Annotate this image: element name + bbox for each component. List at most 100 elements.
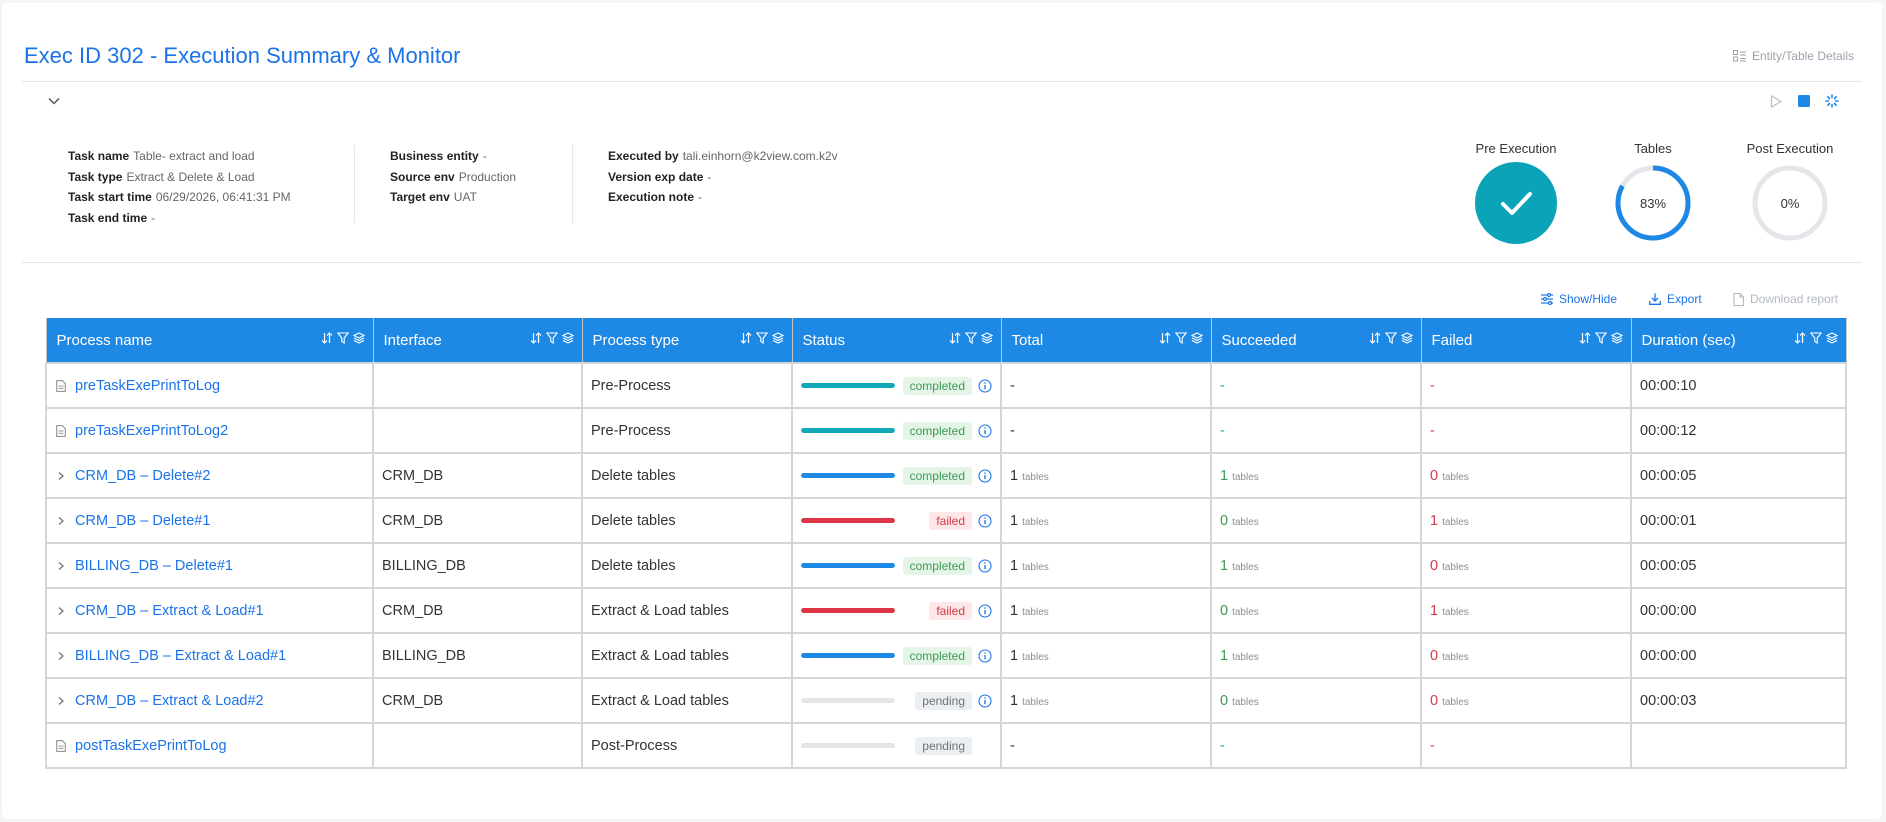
column-header[interactable]: Status <box>791 318 1002 364</box>
status-cell: completed <box>791 632 1002 679</box>
chevron-right-icon[interactable] <box>56 696 66 706</box>
progress-fill <box>801 428 895 433</box>
total-cell: 1 tables <box>1000 632 1212 679</box>
process-name-link[interactable]: postTaskExePrintToLog <box>75 738 227 754</box>
progress-bar <box>801 428 895 433</box>
process-name-link[interactable]: preTaskExePrintToLog <box>75 378 220 394</box>
entity-table-details-link[interactable]: Entity/Table Details <box>1732 49 1854 63</box>
sort-icon[interactable] <box>1159 332 1171 344</box>
duration-cell: 00:00:00 <box>1630 632 1847 679</box>
filter-icon[interactable] <box>1809 332 1822 344</box>
info-icon[interactable] <box>978 378 992 393</box>
filter-icon[interactable] <box>1384 332 1397 344</box>
group-layers-icon[interactable] <box>352 332 365 344</box>
list-details-icon <box>1732 50 1746 62</box>
execution-summary-card: Exec ID 302 - Execution Summary & Monito… <box>2 3 1882 819</box>
group-layers-icon[interactable] <box>1610 332 1623 344</box>
failed-cell: 1 tables <box>1420 587 1632 634</box>
info-icon[interactable] <box>978 513 992 528</box>
info-value: Production <box>458 169 517 184</box>
failed-cell-value: 1 <box>1430 512 1439 529</box>
sort-icon[interactable] <box>1794 332 1806 344</box>
interface-cell: BILLING_DB <box>372 542 583 589</box>
info-icon[interactable] <box>978 423 992 438</box>
sort-icon[interactable] <box>530 332 542 344</box>
filter-icon[interactable] <box>336 332 349 344</box>
group-layers-icon[interactable] <box>1400 332 1413 344</box>
info-value: tali.einhorn@k2view.com.k2v <box>682 149 838 163</box>
process-name-link[interactable]: CRM_DB – Extract & Load#2 <box>75 693 264 709</box>
progress-fill <box>801 608 895 613</box>
column-header[interactable]: Succeeded <box>1210 318 1422 364</box>
export-button[interactable]: Export <box>1649 292 1702 306</box>
process-name-link[interactable]: CRM_DB – Extract & Load#1 <box>75 603 264 619</box>
process-table: Process name Interface Process type Status T… <box>45 318 1847 769</box>
chevron-down-icon[interactable] <box>46 93 62 109</box>
chevron-right-icon[interactable] <box>56 516 66 526</box>
post-progress-ring: 0% <box>1752 165 1828 241</box>
filter-icon[interactable] <box>545 332 558 344</box>
process-name-link[interactable]: BILLING_DB – Extract & Load#1 <box>75 648 286 664</box>
total-cell-value: 1 <box>1010 512 1019 529</box>
stop-button[interactable] <box>1796 93 1812 109</box>
progress-fill <box>801 653 895 658</box>
sort-icon[interactable] <box>1579 332 1591 344</box>
refresh-spinner[interactable] <box>1824 93 1840 109</box>
info-label: Version exp date <box>608 169 704 184</box>
download-report-button[interactable]: Download report <box>1733 292 1838 306</box>
chevron-right-icon[interactable] <box>56 561 66 571</box>
process-name-cell: CRM_DB – Delete#2 <box>45 452 374 499</box>
group-layers-icon[interactable] <box>980 332 993 344</box>
duration-cell <box>1630 722 1847 769</box>
column-header[interactable]: Process name <box>45 318 374 364</box>
column-header[interactable]: Process type <box>581 318 793 364</box>
group-layers-icon[interactable] <box>771 332 784 344</box>
process-name-link[interactable]: CRM_DB – Delete#2 <box>75 468 210 484</box>
process-type-cell: Delete tables <box>581 542 793 589</box>
succeeded-cell: 0 tables <box>1210 497 1422 544</box>
chevron-right-icon[interactable] <box>56 651 66 661</box>
succeeded-cell: 0 tables <box>1210 677 1422 724</box>
sort-icon[interactable] <box>949 332 961 344</box>
group-layers-icon[interactable] <box>1190 332 1203 344</box>
play-button[interactable] <box>1768 93 1784 109</box>
info-icon[interactable] <box>978 603 992 618</box>
process-name-link[interactable]: preTaskExePrintToLog2 <box>75 423 228 439</box>
info-icon[interactable] <box>978 468 992 483</box>
show-hide-button[interactable]: Show/Hide <box>1541 292 1617 306</box>
progress-bar <box>801 383 895 388</box>
unit-label: tables <box>1022 651 1049 663</box>
filter-icon[interactable] <box>1594 332 1607 344</box>
group-layers-icon[interactable] <box>561 332 574 344</box>
progress-fill <box>801 518 895 523</box>
document-icon <box>56 739 66 752</box>
process-name-link[interactable]: BILLING_DB – Delete#1 <box>75 558 233 574</box>
process-name-link[interactable]: CRM_DB – Delete#1 <box>75 513 210 529</box>
failed-cell: 1 tables <box>1420 497 1632 544</box>
unit-label: tables <box>1232 561 1259 573</box>
status-badge: completed <box>902 646 972 665</box>
column-header-label: Succeeded <box>1221 331 1297 349</box>
succeeded-cell-value: - <box>1220 422 1225 439</box>
column-header[interactable]: Duration (sec) <box>1630 318 1847 364</box>
task-info-row: Execution note - <box>608 187 838 208</box>
group-layers-icon[interactable] <box>1825 332 1838 344</box>
info-icon[interactable] <box>978 648 992 663</box>
chevron-right-icon[interactable] <box>56 471 66 481</box>
chevron-right-icon[interactable] <box>56 606 66 616</box>
info-label: Task name <box>68 149 130 163</box>
column-header[interactable]: Interface <box>372 318 583 364</box>
column-header[interactable]: Total <box>1000 318 1212 364</box>
sort-icon[interactable] <box>321 332 333 344</box>
column-header[interactable]: Failed <box>1420 318 1632 364</box>
divider <box>354 145 355 223</box>
progress-bar <box>801 518 895 523</box>
filter-icon[interactable] <box>755 332 768 344</box>
sort-icon[interactable] <box>740 332 752 344</box>
succeeded-cell: 1 tables <box>1210 632 1422 679</box>
sort-icon[interactable] <box>1369 332 1381 344</box>
filter-icon[interactable] <box>964 332 977 344</box>
info-icon[interactable] <box>978 558 992 573</box>
filter-icon[interactable] <box>1174 332 1187 344</box>
info-icon[interactable] <box>978 693 992 708</box>
